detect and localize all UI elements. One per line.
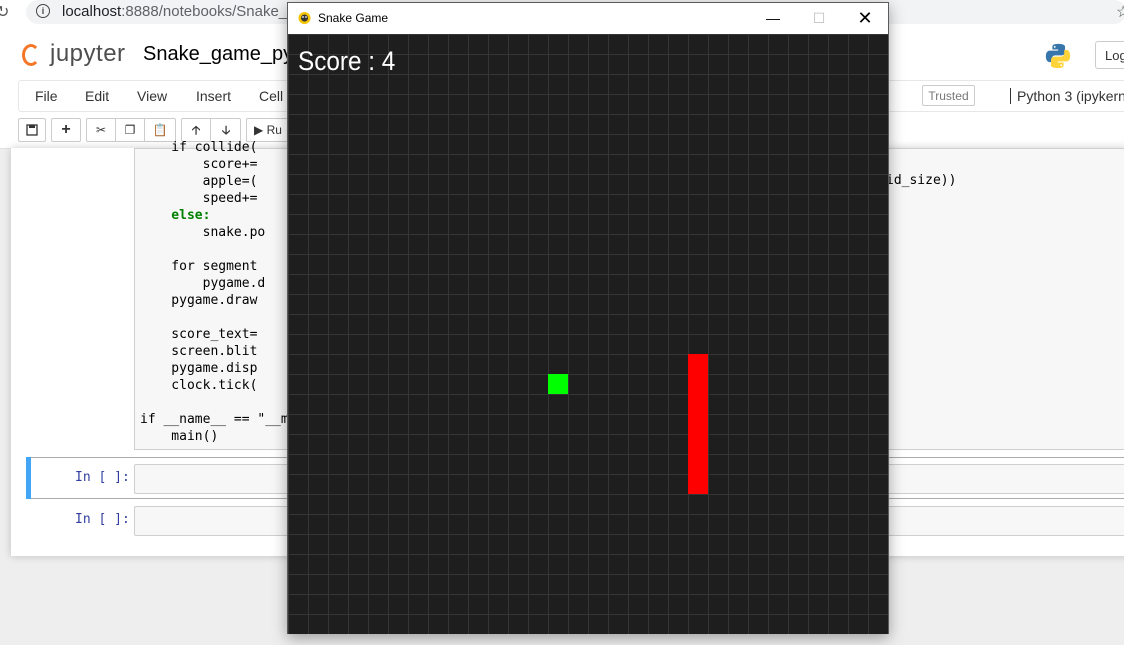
code-line: speed+=: [140, 191, 258, 206]
scissors-icon: ✂: [95, 123, 107, 137]
code-line: if __name__ == "__ma: [140, 412, 297, 427]
trusted-badge[interactable]: Trusted: [922, 85, 975, 106]
floppy-icon: [26, 124, 38, 136]
code-line: score+=: [140, 157, 258, 172]
pygame-snake-icon: [298, 12, 311, 24]
menu-edit[interactable]: Edit: [85, 88, 109, 104]
game-title-bar[interactable]: Snake Game — ☐ ✕: [288, 3, 888, 33]
code-line: main(): [140, 429, 219, 444]
save-button[interactable]: [18, 118, 46, 142]
notebook-name[interactable]: Snake_game_py: [143, 43, 293, 66]
plus-icon: +: [61, 121, 71, 138]
minimize-icon: —: [766, 10, 780, 26]
close-button[interactable]: ✕: [842, 3, 888, 33]
logout-button[interactable]: Log: [1095, 41, 1124, 69]
snake-segment: [688, 454, 708, 474]
snake-segment: [688, 394, 708, 414]
code-line: score_text=: [140, 327, 258, 342]
game-canvas[interactable]: Score : 4: [288, 34, 888, 634]
cut-button[interactable]: ✂: [87, 119, 116, 141]
menu-file[interactable]: File: [35, 88, 58, 104]
bookmark-star-icon[interactable]: ☆: [1116, 2, 1124, 22]
jupyter-logo-icon[interactable]: [22, 44, 40, 66]
arrow-up-icon: 🡡: [191, 123, 201, 137]
maximize-icon: ☐: [812, 10, 826, 26]
maximize-button[interactable]: ☐: [796, 3, 842, 33]
snake-segment: [688, 474, 708, 494]
cell-prompt: In [ ]:: [75, 512, 130, 527]
copy-button[interactable]: ❐: [116, 119, 145, 141]
kernel-indicator[interactable]: Python 3 (ipykerne: [1010, 88, 1124, 104]
menu-view[interactable]: View: [137, 88, 167, 104]
code-line: for segment: [140, 259, 258, 274]
jupyter-logo-text[interactable]: jupyter: [50, 40, 126, 68]
code-editor[interactable]: if collide( score+= apple=( speed+= else…: [140, 139, 297, 445]
site-info-icon[interactable]: i: [36, 4, 50, 18]
arrow-down-icon: 🡣: [221, 123, 231, 137]
apple: [548, 374, 568, 394]
minimize-button[interactable]: —: [750, 3, 796, 33]
code-line: else:: [140, 208, 211, 223]
menu-cell[interactable]: Cell: [259, 88, 283, 104]
play-icon: ▶: [254, 123, 264, 137]
selected-cell-indicator: [26, 457, 31, 499]
copy-icon: ❐: [124, 123, 136, 137]
url-path: :8888/notebooks/Snake_ga: [121, 3, 304, 20]
snake-segment: [688, 374, 708, 394]
code-line: if collide(: [140, 140, 258, 155]
paste-icon: 📋: [152, 123, 168, 137]
url-text[interactable]: localhost:8888/notebooks/Snake_ga: [62, 3, 304, 20]
insert-cell-button[interactable]: +: [51, 118, 81, 142]
snake-game-window[interactable]: Snake Game — ☐ ✕ Score : 4: [287, 2, 889, 634]
code-line: pygame.disp: [140, 361, 258, 376]
cell-prompt: In [ ]:: [75, 470, 130, 485]
code-line: snake.po: [140, 225, 266, 240]
code-line: clock.tick(: [140, 378, 258, 393]
code-line: pygame.draw: [140, 293, 258, 308]
code-line: apple=(: [140, 174, 258, 189]
code-line: pygame.d: [140, 276, 266, 291]
paste-button[interactable]: 📋: [145, 119, 175, 141]
snake-segment: [688, 414, 708, 434]
snake-segment: [688, 354, 708, 374]
close-icon: ✕: [857, 8, 873, 28]
score-text: Score : 4: [298, 46, 396, 76]
code-line-tail: id_size)): [886, 173, 957, 188]
reload-icon[interactable]: ↻: [0, 2, 9, 22]
move-down-button[interactable]: 🡣: [211, 119, 241, 141]
url-host: localhost: [62, 3, 122, 20]
run-label: Ru: [266, 123, 282, 137]
move-up-button[interactable]: 🡡: [182, 119, 211, 141]
code-line: screen.blit: [140, 344, 258, 359]
game-window-title: Snake Game: [318, 11, 389, 25]
snake-segment: [688, 434, 708, 454]
python-logo-icon: [1045, 43, 1071, 69]
menu-insert[interactable]: Insert: [196, 88, 231, 104]
